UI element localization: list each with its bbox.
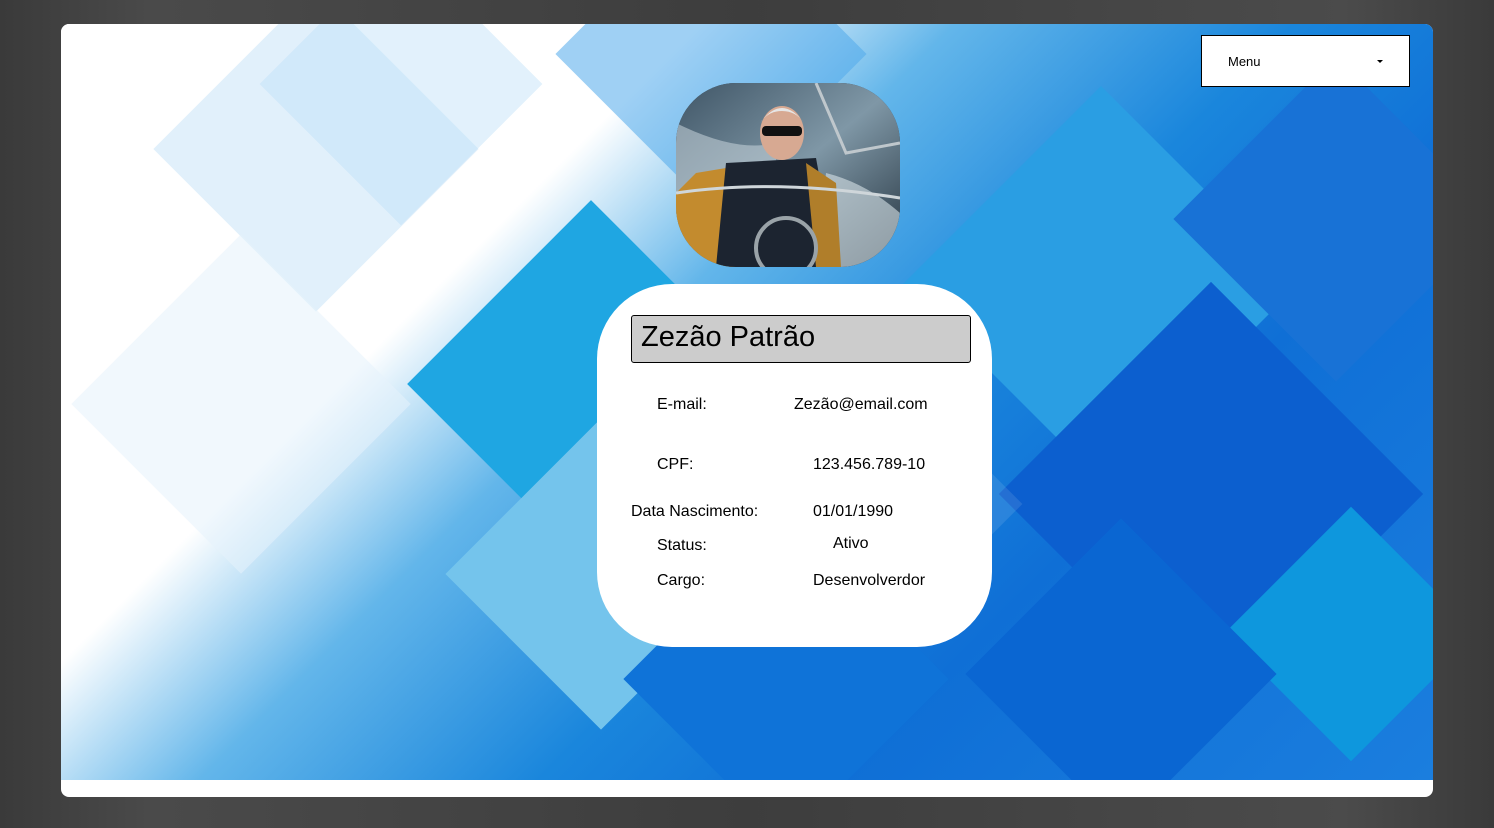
email-label: E-mail: <box>657 396 707 413</box>
avatar-photo <box>676 83 900 267</box>
status-label: Status: <box>657 537 707 554</box>
menu-label: Menu <box>1228 53 1261 69</box>
birthdate-value: 01/01/1990 <box>813 503 894 520</box>
profile-card: Zezão Patrão E-mail: Zezão@email.com CPF… <box>597 284 992 647</box>
profile-name: Zezão Patrão <box>631 315 971 363</box>
cpf-value: 123.456.789-10 <box>813 456 926 473</box>
bg-square <box>71 234 411 574</box>
birthdate-label: Data Nascimento: <box>631 503 759 520</box>
status-value: Ativo <box>833 535 869 552</box>
chevron-down-icon <box>1377 59 1383 63</box>
avatar <box>676 83 900 267</box>
cpf-label: CPF: <box>657 456 694 473</box>
cargo-value: Desenvolverdor <box>813 572 926 589</box>
cargo-label: Cargo: <box>657 572 706 589</box>
menu-dropdown[interactable]: Menu <box>1201 35 1410 87</box>
app-window: Menu Zezão Patrão E-mail: Zezão@email.co… <box>61 24 1433 797</box>
email-value: Zezão@email.com <box>794 396 928 413</box>
